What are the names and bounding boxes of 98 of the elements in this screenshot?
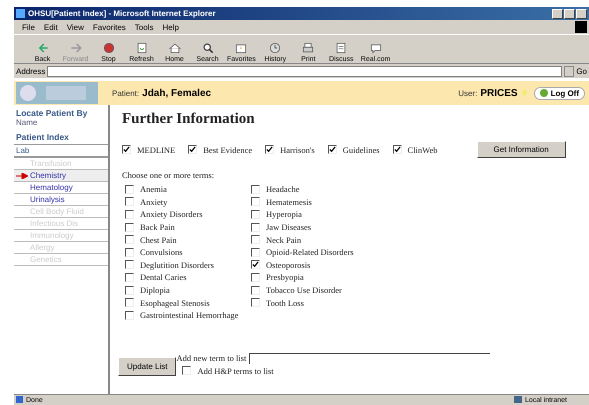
checkbox[interactable] [392,145,402,154]
term-label: Anemia [140,184,167,194]
forward-arrow-icon [68,41,82,55]
checkbox[interactable] [125,222,134,232]
stop-icon [102,41,116,55]
close-button[interactable] [576,8,587,18]
menu-item[interactable]: Edit [44,22,58,32]
checkbox[interactable] [125,248,134,257]
checkbox[interactable] [251,184,260,194]
arrow-icon [16,173,28,179]
page-heading: Further Information [122,111,256,128]
term-label: Osteoporosis [266,260,310,270]
term-label: Anxiety [140,196,168,207]
term-label: Esophageal Stenosis [140,298,210,308]
term-label: Jaw Diseases [266,222,312,232]
checkbox[interactable] [251,272,260,282]
checkbox[interactable] [125,184,134,194]
checkbox[interactable] [125,197,134,206]
patient-label: Patient: [112,88,140,98]
term-label: Hyperopia [266,209,302,220]
term-label: Neck Pain [266,234,302,245]
nav-link[interactable]: Lab [14,144,108,158]
menu-item[interactable]: View [66,22,84,32]
minimize-button[interactable] [552,8,563,18]
term-label: Gastrointestinal Hemorrhage [140,310,238,320]
menu-item[interactable]: Help [162,22,179,32]
term-label: Back Pain [140,222,175,232]
menu-item[interactable]: Tools [134,22,154,32]
user-name: PRICES [480,88,518,98]
checkbox[interactable] [122,145,131,154]
checkbox-label: Harrison's [280,144,315,154]
checkbox[interactable] [251,286,260,295]
get-information-button[interactable]: Get Information [476,141,566,158]
checkbox[interactable] [265,145,274,154]
discuss-icon [334,41,348,55]
checkbox[interactable] [251,298,260,308]
page-icon [16,396,23,404]
intranet-icon [514,396,522,404]
checkbox[interactable] [251,222,260,232]
maximize-button[interactable] [564,8,575,18]
power-icon [540,89,548,97]
terms-prompt: Choose one or more terms: [122,170,216,180]
term-label: Dental Caries [140,272,186,282]
checkbox[interactable] [125,286,134,295]
checkbox[interactable] [328,145,337,154]
term-label: Hematemesis [266,196,312,207]
section-title: Locate Patient By [15,108,88,118]
checkbox-label: Best Evidence [203,144,252,154]
menu-item[interactable]: File [22,22,35,32]
term-label: Deglutition Disorders [140,260,214,270]
menu-item[interactable]: Favorites [92,22,126,32]
term-label: Diplopia [140,285,170,296]
printer-icon [301,41,316,55]
field-label: Add new term to list [176,352,246,363]
checkbox-label: MEDLINE [137,144,176,154]
address-label: Address [16,66,46,76]
search-icon [200,41,214,55]
checkbox[interactable] [251,210,260,219]
checkbox[interactable] [251,235,260,244]
checkbox[interactable] [125,298,134,308]
checkbox[interactable] [125,272,134,282]
checkbox[interactable] [251,248,260,257]
patient-name: Jdah, Femalec [142,88,212,98]
go-button[interactable]: Go [576,66,587,76]
checkbox[interactable] [182,366,192,376]
history-icon [268,41,282,55]
term-label: Opioid-Related Disorders [266,247,354,258]
nav-item[interactable]: Hematology [14,182,108,194]
star-icon [520,88,528,98]
checkbox-label: ClinWeb [408,144,438,154]
checkbox[interactable] [251,260,260,270]
home-icon [168,41,182,55]
browser-icon [16,9,25,18]
nav-link[interactable]: Name [14,118,108,127]
term-label: Tooth Loss [266,298,304,308]
update-list-button[interactable]: Update List [118,356,176,376]
checkbox[interactable] [125,235,134,244]
nav-item[interactable]: Urinalysis [14,194,108,206]
checkbox[interactable] [125,310,134,320]
checkbox[interactable] [125,260,134,270]
term-label: Chest Pain [140,234,177,245]
user-label: User: [458,88,478,98]
checkbox-label: Add H&P terms to list [197,366,274,376]
checkbox[interactable] [188,145,198,154]
section-title: Patient Index [15,132,70,142]
term-label: Presbyopia [266,272,304,282]
term-label: Headache [266,184,300,194]
term-label: Anxiety Disorders [140,209,203,220]
address-field[interactable] [47,66,562,76]
window-title: OHSU[Patient Index] - Microsoft Internet Explorer [28,9,217,18]
refresh-icon [134,41,148,55]
checkbox[interactable] [125,210,134,219]
checkbox-label: Guidelines [342,144,380,154]
checkbox[interactable] [251,197,260,206]
nav-item[interactable]: Chemistry [14,170,108,182]
log-off-button[interactable]: Log Off [534,86,585,100]
term-label: Tobacco Use Disorder [266,285,342,296]
term-label: Convulsions [140,247,183,258]
